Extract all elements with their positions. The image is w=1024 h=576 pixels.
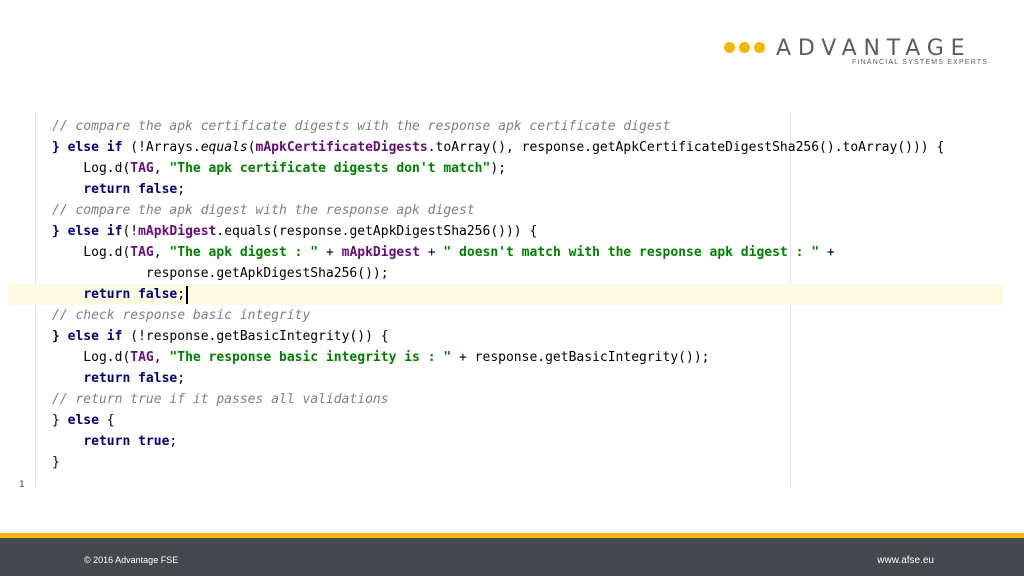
code-line: } else {	[52, 413, 115, 428]
logo-tagline: FINANCIAL SYSTEMS EXPERTS	[852, 59, 989, 66]
code-line: } else if (!Arrays.equals(mApkCertificat…	[52, 140, 945, 155]
logo-wordmark: ADVANTAGE	[776, 36, 972, 61]
text-cursor	[186, 286, 188, 304]
code-line: return false;	[83, 371, 186, 386]
logo-dots-icon	[724, 42, 765, 53]
code-line: }	[52, 455, 60, 470]
footer-bar: © 2016 Advantage FSE www.afse.eu	[0, 538, 1024, 576]
code-line: } else if(!mApkDigest.equals(response.ge…	[52, 224, 538, 239]
code-line: Log.d(TAG, "The apk digest : " + mApkDig…	[52, 245, 835, 260]
website-link[interactable]: www.afse.eu	[877, 555, 934, 566]
code-line: } else if (!response.getBasicIntegrity()…	[52, 329, 389, 344]
code-comment-line: // return true if it passes all validati…	[52, 392, 389, 407]
advantage-logo: ADVANTAGE FINANCIAL SYSTEMS EXPERTS	[724, 38, 994, 70]
code-line: Log.d(TAG, "The apk certificate digests …	[52, 161, 506, 176]
copyright-text: © 2016 Advantage FSE	[84, 555, 179, 565]
code-line: response.getApkDigestSha256());	[52, 266, 389, 281]
code-line: return true;	[83, 434, 178, 449]
line-number: 1	[19, 480, 25, 490]
code-comment-line: // compare the apk digest with the respo…	[52, 203, 475, 218]
code-line: return false;	[83, 287, 186, 302]
code-editor: // compare the apk certificate digests w…	[0, 112, 1010, 492]
code-comment-line: // check response basic integrity	[52, 308, 311, 323]
code-line: Log.d(TAG, "The response basic integrity…	[52, 350, 710, 365]
code-comment-line: // compare the apk certificate digests w…	[52, 119, 671, 134]
code-line: return false;	[83, 182, 186, 197]
